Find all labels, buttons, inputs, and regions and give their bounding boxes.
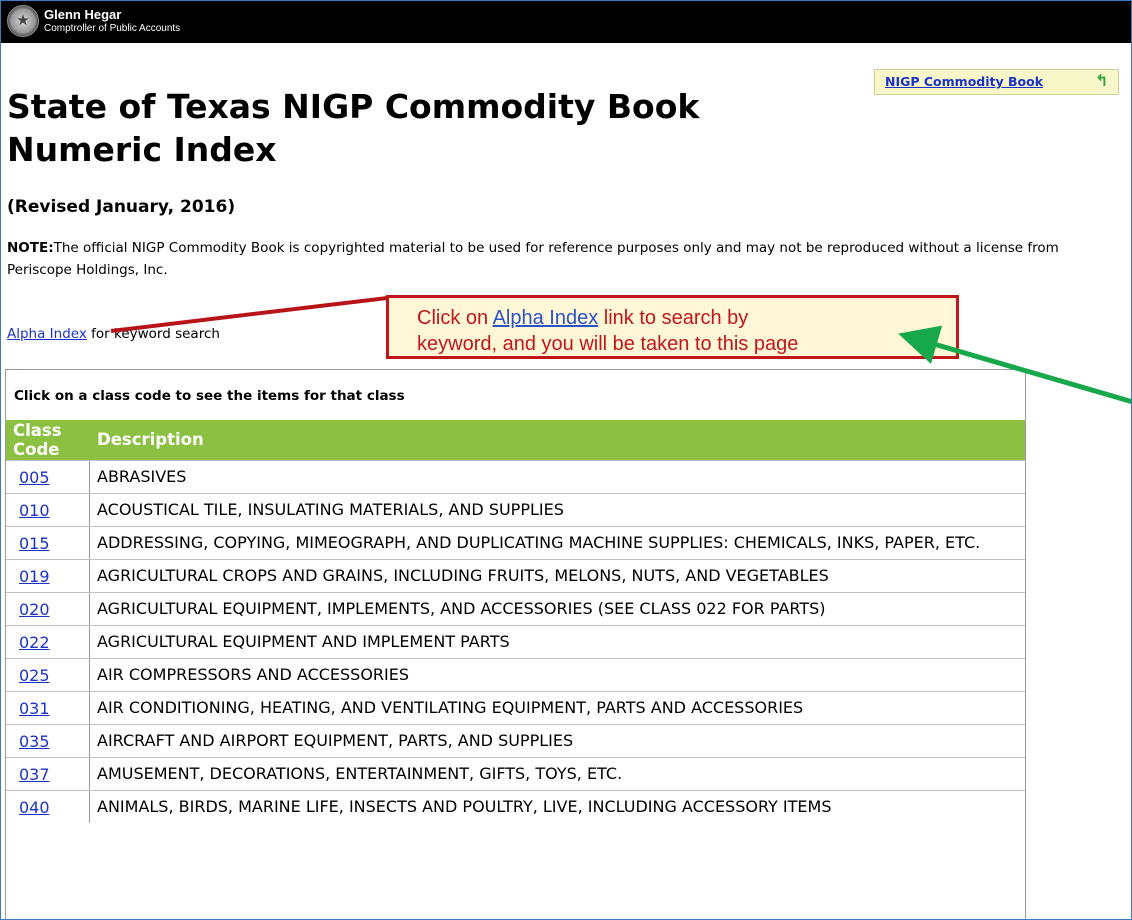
class-description: ADDRESSING, COPYING, MIMEOGRAPH, AND DUP…	[97, 533, 981, 552]
official-title: Comptroller of Public Accounts	[44, 23, 181, 34]
class-code-link[interactable]: 015	[19, 527, 50, 559]
class-code-link[interactable]: 020	[19, 593, 50, 625]
page-title: State of Texas NIGP Commodity Book Numer…	[7, 85, 807, 171]
table-row: 019 AGRICULTURAL CROPS AND GRAINS, INCLUD…	[6, 559, 1025, 592]
table-row: 015 ADDRESSING, COPYING, MIMEOGRAPH, AND …	[6, 526, 1025, 559]
table-row: 022 AGRICULTURAL EQUIPMENT AND IMPLEMENT …	[6, 625, 1025, 658]
table-body: 005 ABRASIVES 010 ACOUSTICAL TILE, INSULATI…	[6, 460, 1025, 823]
table-row: 035 AIRCRAFT AND AIRPORT EQUIPMENT, PARTS…	[6, 724, 1025, 757]
class-code-cell: 031	[6, 692, 90, 724]
class-description: AIR COMPRESSORS AND ACCESSORIES	[97, 665, 410, 684]
class-description: AGRICULTURAL EQUIPMENT AND IMPLEMENT PAR…	[97, 632, 510, 651]
alpha-index-link[interactable]: Alpha Index	[7, 326, 87, 342]
annotation-callout: Click on Alpha Index link to search by k…	[386, 295, 959, 359]
copyright-note: NOTE:The official NIGP Commodity Book is…	[7, 237, 1127, 281]
class-code-link[interactable]: 019	[19, 560, 50, 592]
header-class-code-line1: Class	[13, 421, 62, 440]
header-bar: ★ Glenn Hegar Comptroller of Public Acco…	[1, 1, 1131, 43]
browser-viewport: ★ Glenn Hegar Comptroller of Public Acco…	[0, 0, 1132, 920]
class-code-link[interactable]: 010	[19, 494, 50, 526]
note-label: NOTE:	[7, 240, 54, 256]
class-code-cell: 035	[6, 725, 90, 757]
class-description: ABRASIVES	[97, 467, 187, 486]
class-description: AGRICULTURAL CROPS AND GRAINS, INCLUDING…	[97, 566, 829, 585]
revised-date: (Revised January, 2016)	[7, 197, 236, 217]
callout-suffix: link to search by	[598, 307, 749, 329]
class-code-cell: 040	[6, 791, 90, 823]
table-row: 010 ACOUSTICAL TILE, INSULATING MATERIALS…	[6, 493, 1025, 526]
class-code-link[interactable]: 031	[19, 692, 50, 724]
class-description: ANIMALS, BIRDS, MARINE LIFE, INSECTS AND…	[97, 797, 832, 816]
header-class-code-line2: Code	[13, 440, 60, 459]
official-name: Glenn Hegar	[44, 7, 122, 22]
alpha-index-line: Alpha Index for keyword search	[7, 326, 220, 342]
table-caption: Click on a class code to see the items f…	[14, 388, 405, 404]
class-code-cell: 015	[6, 527, 90, 559]
class-description: AIRCRAFT AND AIRPORT EQUIPMENT, PARTS, A…	[97, 731, 574, 750]
alpha-index-suffix: for keyword search	[86, 326, 220, 342]
table-header: Class Code Description	[6, 420, 1025, 460]
class-description: AGRICULTURAL EQUIPMENT, IMPLEMENTS, AND …	[97, 599, 826, 618]
class-code-table: Click on a class code to see the items f…	[5, 369, 1026, 919]
class-code-link[interactable]: 040	[19, 791, 50, 823]
header-description: Description	[97, 430, 204, 449]
callout-text: Click on Alpha Index link to search by k…	[417, 305, 798, 357]
class-code-cell: 010	[6, 494, 90, 526]
callout-prefix: Click on	[417, 307, 493, 329]
table-row: 040 ANIMALS, BIRDS, MARINE LIFE, INSECTS …	[6, 790, 1025, 823]
table-row: 031 AIR CONDITIONING, HEATING, AND VENTIL…	[6, 691, 1025, 724]
header-class-code: Class Code	[13, 421, 83, 459]
table-row: 037 AMUSEMENT, DECORATIONS, ENTERTAINMENT…	[6, 757, 1025, 790]
class-code-cell: 025	[6, 659, 90, 691]
nigp-book-nav: NIGP Commodity Book ↰	[874, 69, 1119, 95]
class-code-cell: 020	[6, 593, 90, 625]
class-code-cell: 037	[6, 758, 90, 790]
nigp-commodity-book-link[interactable]: NIGP Commodity Book	[885, 74, 1043, 89]
return-arrow-icon[interactable]: ↰	[1095, 71, 1108, 90]
class-code-link[interactable]: 022	[19, 626, 50, 658]
class-code-link[interactable]: 035	[19, 725, 50, 757]
class-code-link[interactable]: 025	[19, 659, 50, 691]
table-row: 025 AIR COMPRESSORS AND ACCESSORIES	[6, 658, 1025, 691]
table-row: 005 ABRASIVES	[6, 460, 1025, 493]
table-row: 020 AGRICULTURAL EQUIPMENT, IMPLEMENTS, A…	[6, 592, 1025, 625]
class-code-link[interactable]: 005	[19, 461, 50, 493]
page-title-line1: State of Texas NIGP Commodity Book	[7, 87, 700, 126]
class-description: AIR CONDITIONING, HEATING, AND VENTILATI…	[97, 698, 804, 717]
class-code-link[interactable]: 037	[19, 758, 50, 790]
class-code-cell: 019	[6, 560, 90, 592]
class-code-cell: 022	[6, 626, 90, 658]
page-title-line2: Numeric Index	[7, 130, 277, 169]
texas-seal-icon: ★	[7, 5, 39, 37]
callout-link-text: Alpha Index	[492, 307, 599, 329]
note-text: The official NIGP Commodity Book is copy…	[7, 240, 1059, 278]
class-description: ACOUSTICAL TILE, INSULATING MATERIALS, A…	[97, 500, 564, 519]
callout-line2: keyword, and you will be taken to this p…	[417, 333, 799, 355]
class-description: AMUSEMENT, DECORATIONS, ENTERTAINMENT, G…	[97, 764, 623, 783]
class-code-cell: 005	[6, 461, 90, 493]
